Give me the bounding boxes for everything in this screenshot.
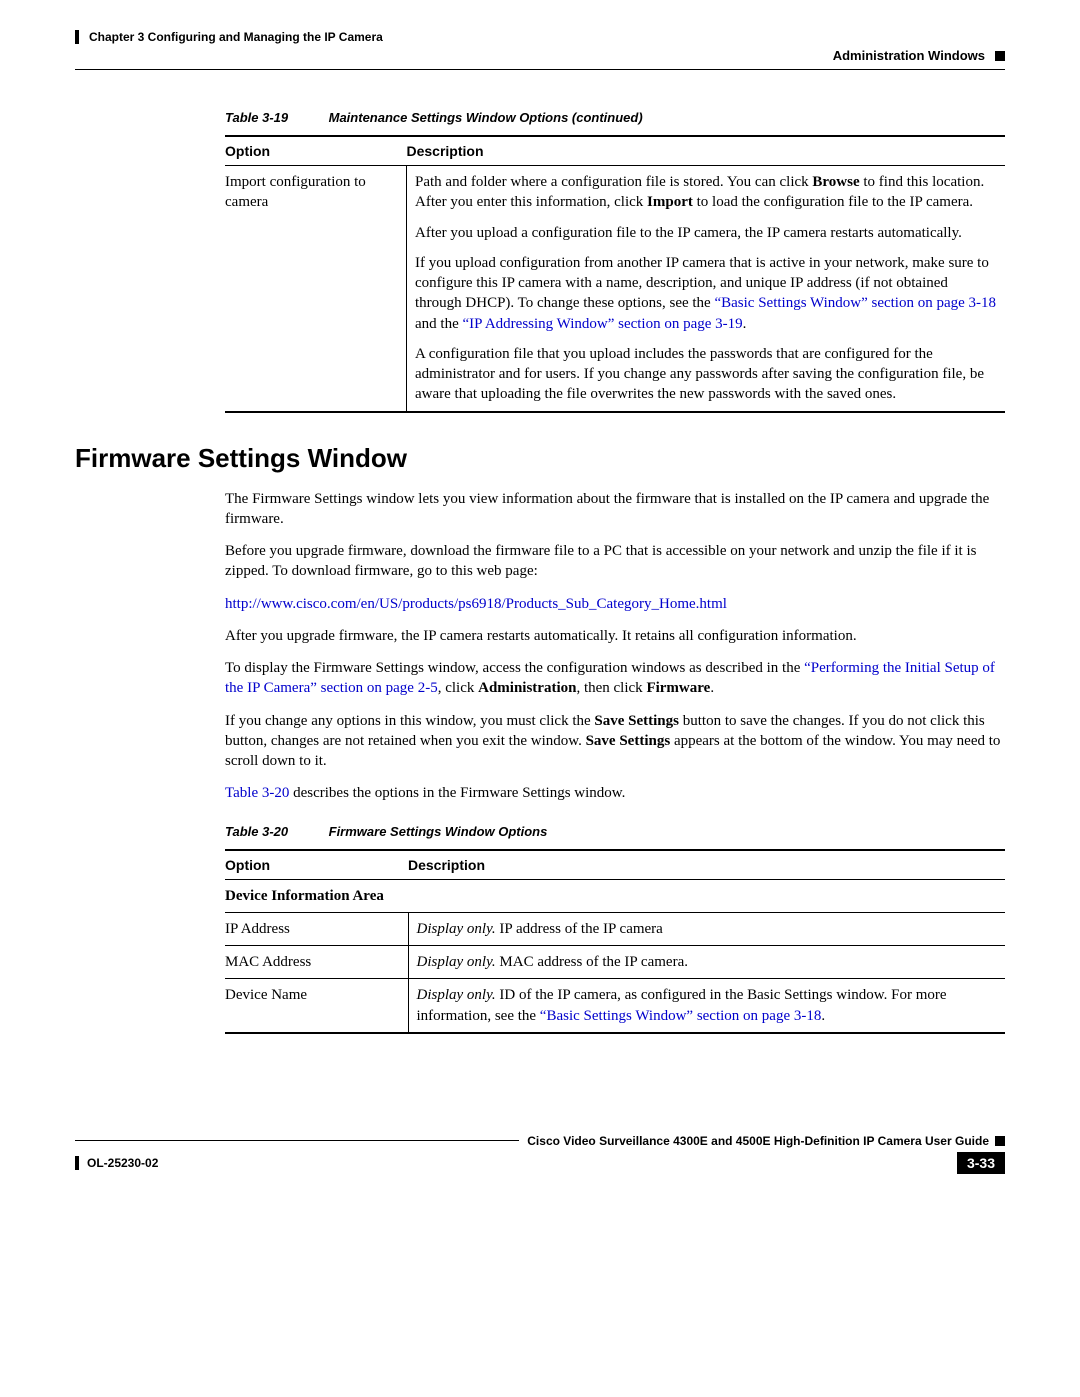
t19-p3: If you upload configuration from another…	[415, 253, 997, 334]
t19-p4: A configuration file that you upload inc…	[415, 344, 997, 405]
table-19: Option Description Import configuration …	[225, 135, 1005, 413]
t20-row2-desc: Display only. MAC address of the IP came…	[408, 946, 1005, 979]
link-table-3-20[interactable]: Table 3-20	[225, 785, 289, 801]
table-20-subhead: Device Information Area	[225, 879, 1005, 912]
table-19-number: Table 3-19	[225, 110, 325, 125]
footer-docnum: OL-25230-02	[87, 1156, 158, 1170]
table-19-col-option: Option	[225, 136, 407, 166]
table-19-col-description: Description	[407, 136, 1006, 166]
t20-row2-opt: MAC Address	[225, 946, 408, 979]
link-cisco-firmware-url[interactable]: http://www.cisco.com/en/US/products/ps69…	[225, 596, 727, 612]
section-label: Administration Windows	[833, 48, 985, 63]
footer-rule	[75, 1140, 519, 1141]
t19-p2: After you upload a configuration file to…	[415, 223, 997, 243]
body-p3: http://www.cisco.com/en/US/products/ps69…	[225, 594, 1005, 614]
table-20-caption: Table 3-20 Firmware Settings Window Opti…	[225, 824, 1005, 839]
header-square-icon	[995, 51, 1005, 61]
link-ip-addressing-3-19[interactable]: “IP Addressing Window” section on page 3…	[462, 316, 742, 332]
table-20-title: Firmware Settings Window Options	[329, 824, 548, 839]
footer-bar-icon	[75, 1156, 79, 1170]
footer-guide-title: Cisco Video Surveillance 4300E and 4500E…	[527, 1134, 989, 1148]
heading-firmware-settings-window: Firmware Settings Window	[75, 443, 1005, 474]
table-19-option-cell: Import configuration to camera	[225, 166, 407, 412]
table-20-number: Table 3-20	[225, 824, 325, 839]
table-19-title: Maintenance Settings Window Options (con…	[329, 110, 643, 125]
body-p5: To display the Firmware Settings window,…	[225, 658, 1005, 699]
chapter-label: Chapter 3 Configuring and Managing the I…	[89, 30, 383, 44]
running-header-right: Administration Windows	[75, 48, 1005, 63]
table-20-col-option: Option	[225, 850, 408, 880]
header-bar-icon	[75, 30, 79, 44]
body-p4: After you upgrade firmware, the IP camer…	[225, 626, 1005, 646]
table-19-caption: Table 3-19 Maintenance Settings Window O…	[225, 110, 1005, 125]
t20-row3-desc: Display only. ID of the IP camera, as co…	[408, 979, 1005, 1033]
table-20-col-description: Description	[408, 850, 1005, 880]
t19-p1: Path and folder where a configuration fi…	[415, 172, 997, 213]
table-20: Option Description Device Information Ar…	[225, 849, 1005, 1034]
page-footer: Cisco Video Surveillance 4300E and 4500E…	[75, 1134, 1005, 1174]
link-basic-settings-3-18-b[interactable]: “Basic Settings Window” section on page …	[540, 1008, 822, 1024]
page-number: 3-33	[957, 1152, 1005, 1174]
body-p2: Before you upgrade firmware, download th…	[225, 541, 1005, 582]
body-p7: Table 3-20 describes the options in the …	[225, 783, 1005, 803]
t20-row1-opt: IP Address	[225, 912, 408, 945]
body-text: The Firmware Settings window lets you vi…	[225, 489, 1005, 804]
table-19-desc-cell: Path and folder where a configuration fi…	[407, 166, 1006, 412]
body-p1: The Firmware Settings window lets you vi…	[225, 489, 1005, 530]
body-p6: If you change any options in this window…	[225, 711, 1005, 772]
running-header-left: Chapter 3 Configuring and Managing the I…	[75, 30, 1005, 44]
header-rule	[75, 69, 1005, 70]
t20-row3-opt: Device Name	[225, 979, 408, 1033]
t20-row1-desc: Display only. IP address of the IP camer…	[408, 912, 1005, 945]
link-basic-settings-3-18[interactable]: “Basic Settings Window” section on page …	[714, 295, 996, 311]
footer-square-icon	[995, 1136, 1005, 1146]
